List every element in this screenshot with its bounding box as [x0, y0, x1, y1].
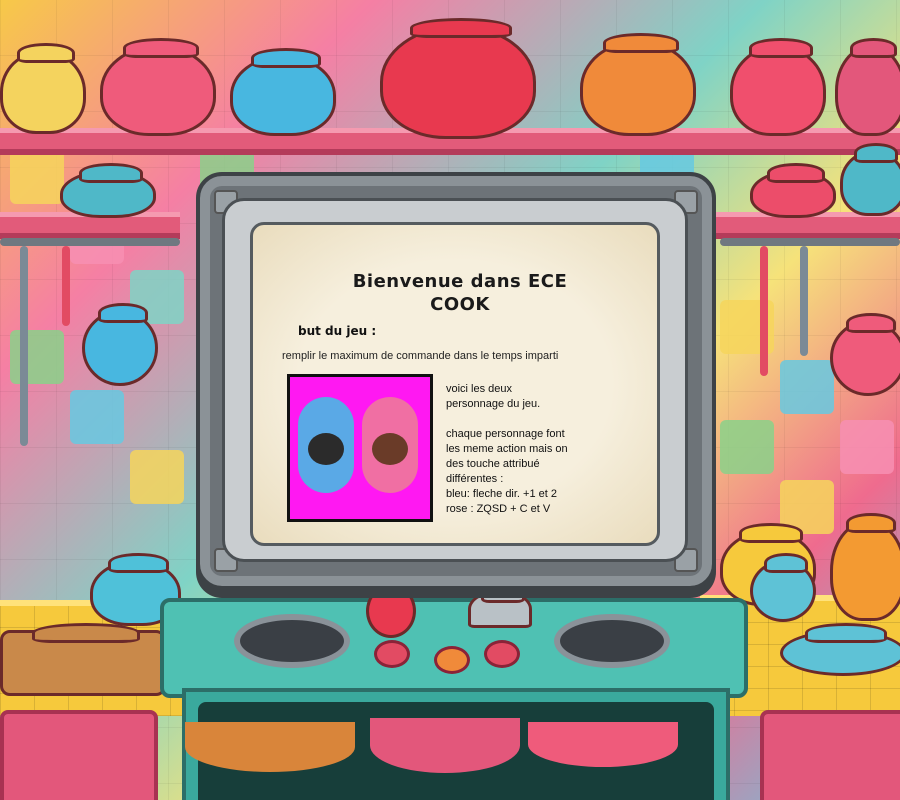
goal-label: but du jeu :: [298, 324, 377, 338]
stove-knob-icon: [434, 646, 470, 674]
teapot-icon: [580, 33, 696, 136]
blue-character-icon: [298, 397, 354, 493]
pink-character-head: [372, 433, 408, 465]
bowl-icon: [840, 143, 900, 216]
left-cabinet: [0, 710, 158, 800]
plate-icon: [780, 623, 900, 676]
blue-controls: bleu: fleche dir. +1 et 2: [446, 488, 557, 500]
bowl-icon: [370, 718, 520, 773]
pink-character-icon: [362, 397, 418, 493]
plant-pot-icon: [750, 163, 836, 218]
characters-description: voici les deux personnage du jeu. chaque…: [446, 382, 626, 532]
rules-line: différentes :: [446, 473, 504, 485]
rules-line: les meme action mais on: [446, 443, 568, 455]
cutting-board-icon: [0, 623, 166, 696]
spatula-icon: [20, 246, 28, 446]
burner-icon: [234, 614, 350, 668]
vase-icon: [730, 38, 826, 136]
intro-line: voici les deux: [446, 383, 513, 395]
alarm-clock-icon: [750, 553, 816, 622]
welcome-title-line1: Bienvenue dans ECE: [352, 271, 568, 292]
ladle-icon: [760, 246, 768, 376]
teapot-icon: [100, 38, 216, 136]
cloche-icon: [468, 583, 532, 628]
right-utensil-rail: [720, 238, 900, 246]
strainer-icon: [82, 303, 158, 386]
stove-top: [160, 598, 748, 698]
frying-pan-icon: [830, 313, 900, 396]
pot-icon: [835, 38, 900, 136]
basket-icon: [185, 722, 355, 772]
right-cabinet: [760, 710, 900, 800]
bowl-icon: [60, 163, 156, 218]
rules-line: des touche attribué: [446, 458, 540, 470]
stove-knob-icon: [374, 640, 410, 668]
strawberry-icon: [366, 577, 416, 638]
characters-image: [287, 374, 433, 522]
intro-line: personnage du jeu.: [446, 398, 541, 410]
teapot-icon: [0, 43, 86, 134]
welcome-title-line2: COOK: [430, 294, 490, 315]
goal-text: remplir le maximum de commande dans le t…: [282, 350, 559, 362]
rules-line: chaque personnage font: [446, 428, 565, 440]
stove-knob-icon: [484, 640, 520, 668]
ladle-icon: [62, 246, 70, 326]
cooking-pot-icon: [380, 18, 536, 139]
teapot-icon: [230, 48, 336, 136]
jar-icon: [830, 513, 900, 621]
welcome-title: Bienvenue dans ECE COOK: [310, 270, 610, 316]
left-utensil-rail: [0, 238, 180, 246]
blue-character-head: [308, 433, 344, 465]
bowl-icon: [528, 722, 678, 767]
burner-icon: [554, 614, 670, 668]
spatula-icon: [800, 246, 808, 356]
pink-controls: rose : ZQSD + C et V: [446, 503, 551, 515]
